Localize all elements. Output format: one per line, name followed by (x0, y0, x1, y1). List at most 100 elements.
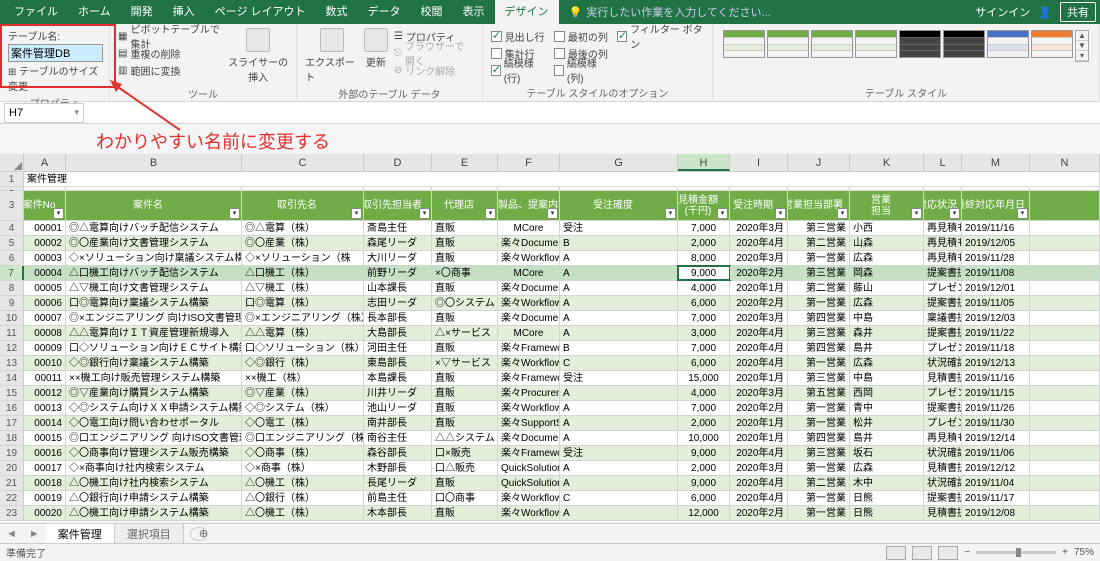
cell[interactable]: A (560, 296, 678, 310)
cell[interactable]: 7,000 (678, 341, 730, 355)
cell[interactable]: 前野リーダ (364, 266, 432, 280)
cell[interactable]: ◎〇システム (432, 296, 498, 310)
row-header[interactable]: 23 (0, 506, 24, 520)
table-header-cell[interactable]: 案件No▾ (24, 191, 66, 220)
cell[interactable]: 2019/11/18 (962, 341, 1030, 355)
cell[interactable] (678, 187, 730, 190)
table-header-cell[interactable]: 取引先名▾ (242, 191, 364, 220)
cell[interactable] (1030, 431, 1100, 445)
cell[interactable]: 見積書提出 (924, 461, 962, 475)
cell[interactable]: 第一営業 (788, 296, 850, 310)
cell[interactable]: 楽々Framework 3 (498, 341, 560, 355)
cell[interactable] (1030, 281, 1100, 295)
col-header[interactable]: I (730, 154, 788, 171)
cell[interactable]: 提案書提出 (924, 266, 962, 280)
filter-dropdown-icon[interactable]: ▾ (419, 208, 430, 219)
tab-data[interactable]: データ (358, 0, 411, 24)
cell[interactable]: プレゼン実施 (924, 386, 962, 400)
cell[interactable]: 木中 (850, 476, 924, 490)
row-header[interactable]: 4 (0, 221, 24, 235)
cell[interactable]: 00016 (24, 446, 66, 460)
cell[interactable] (24, 187, 66, 190)
zoom-in-button[interactable]: + (1062, 547, 1068, 558)
cell[interactable]: 00011 (24, 371, 66, 385)
cell[interactable]: 楽々Document Plus (498, 281, 560, 295)
col-header[interactable]: F (498, 154, 560, 171)
cell[interactable]: ◎▽産業向け購買システム構築 (66, 386, 242, 400)
cell[interactable]: 00009 (24, 341, 66, 355)
row-header[interactable]: 22 (0, 491, 24, 505)
cell[interactable]: 第二営業 (788, 281, 850, 295)
filter-dropdown-icon[interactable]: ▾ (837, 208, 848, 219)
style-swatch[interactable] (811, 30, 853, 58)
cell[interactable]: 2,000 (678, 461, 730, 475)
cell[interactable]: 2020年2月 (730, 401, 788, 415)
cell[interactable]: 口×販売 (432, 446, 498, 460)
cell[interactable]: 楽々Workflow II (498, 491, 560, 505)
tab-review[interactable]: 校閲 (411, 0, 453, 24)
row-header[interactable]: 21 (0, 476, 24, 490)
cell[interactable] (242, 187, 364, 190)
sheet-nav-prev[interactable]: ◄ (0, 528, 23, 540)
cell[interactable] (1030, 461, 1100, 475)
style-swatch[interactable] (1031, 30, 1073, 58)
cell[interactable] (1030, 476, 1100, 490)
resize-table-button[interactable]: ⊞ テーブルのサイズ変更 (8, 63, 101, 93)
cell[interactable]: 第四営業 (788, 431, 850, 445)
cell[interactable]: 2019/12/14 (962, 431, 1030, 445)
cell[interactable]: 第二営業 (788, 236, 850, 250)
cell[interactable]: △〇銀行向け申請システム構築 (66, 491, 242, 505)
cell[interactable]: C (560, 491, 678, 505)
cell[interactable]: 楽々Document Plus (498, 431, 560, 445)
cell[interactable]: MCore (498, 266, 560, 280)
cell[interactable]: ◇◎銀行（株） (242, 356, 364, 370)
cell[interactable]: 8,000 (678, 251, 730, 265)
table-row[interactable]: 700004△口機工向けバッチ配信システム△口機工（株）前野リーダ×〇商事MCo… (0, 266, 1100, 281)
row-header[interactable]: 1 (0, 172, 24, 186)
filter-button-checkbox[interactable]: フィルター ボタン (617, 28, 704, 44)
cell[interactable]: A (560, 416, 678, 430)
col-header[interactable]: B (66, 154, 242, 171)
cell[interactable]: 直販 (432, 221, 498, 235)
cell[interactable]: 中島 (850, 311, 924, 325)
cell[interactable]: ××機工（株） (242, 371, 364, 385)
cell[interactable] (432, 187, 498, 190)
filter-dropdown-icon[interactable]: ▾ (229, 208, 240, 219)
cell[interactable]: 00018 (24, 476, 66, 490)
cell[interactable]: ◇×ソリューション（株 (242, 251, 364, 265)
sheet-tab[interactable]: 選択項目 (115, 523, 184, 544)
col-header[interactable]: K (850, 154, 924, 171)
cell[interactable]: 00019 (24, 491, 66, 505)
cell[interactable]: 楽々Workflow II (498, 251, 560, 265)
row-header[interactable]: 9 (0, 296, 24, 310)
zoom-slider[interactable] (976, 551, 1056, 554)
cell[interactable]: ◎△電算（株） (242, 221, 364, 235)
cell[interactable]: ◇×ソリューション向け稟議システム構築 (66, 251, 242, 265)
table-row[interactable]: 2300020△〇機工向け申請システム構築△〇機工（株）木本部長直販楽々Work… (0, 506, 1100, 521)
cell[interactable]: △▽機工（株） (242, 281, 364, 295)
banded-rows-checkbox[interactable]: 縞模様 (行) (491, 62, 548, 78)
cell[interactable]: 第四営業 (788, 311, 850, 325)
cell[interactable] (850, 187, 924, 190)
new-sheet-button[interactable]: ⊕ (190, 527, 208, 541)
cell[interactable]: 第一営業 (788, 401, 850, 415)
cell[interactable]: 00012 (24, 386, 66, 400)
table-row[interactable]: 1100008△△電算向けＩＴ資産管理新規導入△△電算（株）大島部長△×サービス… (0, 326, 1100, 341)
table-row[interactable]: 600003◇×ソリューション向け稟議システム構築◇×ソリューション（株大川リー… (0, 251, 1100, 266)
cell[interactable]: 第三営業 (788, 266, 850, 280)
cell[interactable] (1030, 221, 1100, 235)
cell[interactable]: 直販 (432, 401, 498, 415)
style-swatch[interactable] (943, 30, 985, 58)
table-row[interactable]: 1300010◇◎銀行向け稟議システム構築◇◎銀行（株）東島部長×▽サービス楽々… (0, 356, 1100, 371)
cell[interactable] (498, 187, 560, 190)
chevron-down-icon[interactable]: ▾ (74, 107, 79, 118)
cell[interactable]: 長本部長 (364, 311, 432, 325)
cell[interactable]: 木本部長 (364, 506, 432, 520)
cell[interactable]: 口〇商事 (432, 491, 498, 505)
cell[interactable]: 口◎電算向け稟議システム構築 (66, 296, 242, 310)
share-button[interactable]: 共有 (1060, 2, 1096, 22)
cell[interactable]: 9,000 (678, 446, 730, 460)
cell[interactable]: ◎▽産業（株） (242, 386, 364, 400)
cell[interactable]: ◎口エンジニアリング 向けISO文書管理システム (66, 431, 242, 445)
table-header-cell[interactable]: 営業担当部署▾ (788, 191, 850, 220)
